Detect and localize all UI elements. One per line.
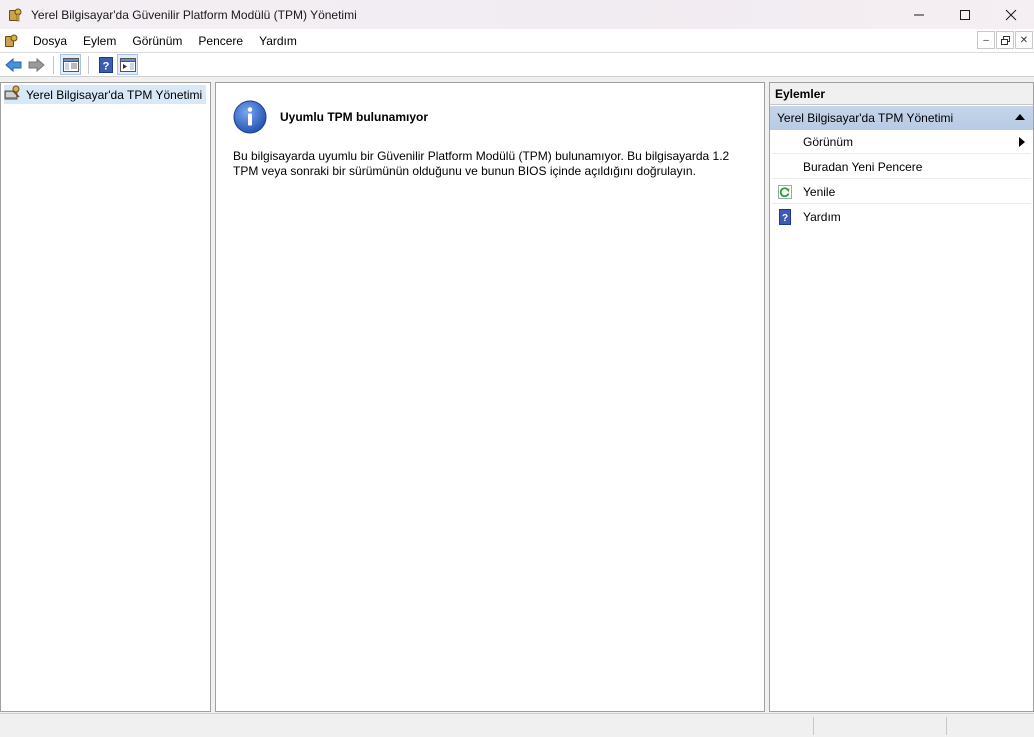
close-button[interactable]	[988, 0, 1034, 29]
action-gorunum[interactable]: Görünüm	[772, 130, 1031, 154]
status-bar	[0, 713, 1034, 737]
action-new-window[interactable]: Buradan Yeni Pencere	[772, 155, 1031, 179]
action-help[interactable]: ? Yardım	[772, 205, 1031, 229]
menu-yardim[interactable]: Yardım	[251, 29, 305, 53]
result-pane: Uyumlu TPM bulunamıyor Bu bilgisayarda u…	[215, 82, 765, 712]
menu-pencere[interactable]: Pencere	[190, 29, 251, 53]
tpm-key-icon	[7, 7, 23, 23]
menu-gorunum[interactable]: Görünüm	[124, 29, 190, 53]
maximize-icon	[960, 9, 970, 20]
submenu-arrow-icon	[1019, 137, 1025, 147]
status-separator	[946, 717, 947, 735]
forward-button[interactable]	[25, 54, 46, 75]
status-separator	[813, 717, 814, 735]
toolbar-separator	[53, 55, 54, 74]
tree-item-label: Yerel Bilgisayar'da TPM Yönetimi	[26, 87, 203, 102]
menu-eylem[interactable]: Eylem	[75, 29, 124, 53]
child-window-controls: – ✕	[977, 31, 1033, 49]
toolbar-separator	[88, 55, 89, 74]
menu-bar: Dosya Eylem Görünüm Pencere Yardım – ✕	[0, 29, 1034, 53]
menu-dosya[interactable]: Dosya	[25, 29, 75, 53]
child-restore-button[interactable]	[996, 31, 1014, 49]
title-bar[interactable]: Yerel Bilgisayar'da Güvenilir Platform M…	[0, 0, 1034, 29]
console-tree-pane: Yerel Bilgisayar'da TPM Yönetimi	[0, 82, 211, 712]
maximize-button[interactable]	[942, 0, 988, 29]
back-button[interactable]	[3, 54, 24, 75]
tree-item-tpm-management[interactable]: Yerel Bilgisayar'da TPM Yönetimi	[4, 85, 207, 104]
refresh-icon	[777, 184, 793, 200]
minimize-icon	[914, 14, 924, 15]
info-icon	[233, 100, 267, 134]
window-controls	[896, 0, 1034, 29]
action-refresh[interactable]: Yenile	[772, 180, 1031, 204]
child-close-button[interactable]: ✕	[1015, 31, 1033, 49]
action-label: Yardım	[803, 210, 841, 224]
show-hide-console-tree-icon	[62, 57, 79, 72]
help-button[interactable]: ?	[95, 54, 116, 75]
child-minimize-button[interactable]: –	[977, 31, 995, 49]
show-hide-action-pane-icon	[119, 57, 136, 72]
help-icon: ?	[777, 209, 793, 225]
svg-text:?: ?	[782, 213, 788, 224]
message-title: Uyumlu TPM bulunamıyor	[280, 110, 429, 124]
message-body: Bu bilgisayarda uyumlu bir Güvenilir Pla…	[233, 149, 730, 178]
show-hide-action-pane-button[interactable]	[117, 54, 138, 75]
console-icon[interactable]	[3, 33, 19, 49]
help-icon: ?	[98, 56, 113, 73]
forward-arrow-icon	[28, 57, 45, 72]
action-label: Yenile	[803, 185, 836, 199]
action-label: Görünüm	[803, 135, 854, 149]
minimize-button[interactable]	[896, 0, 942, 29]
actions-section-header[interactable]: Yerel Bilgisayar'da TPM Yönetimi	[770, 106, 1033, 130]
restore-icon	[1000, 35, 1010, 45]
show-hide-console-tree-button[interactable]	[60, 54, 81, 75]
svg-text:?: ?	[102, 60, 109, 72]
actions-section-title: Yerel Bilgisayar'da TPM Yönetimi	[777, 111, 954, 125]
actions-pane: Eylemler Yerel Bilgisayar'da TPM Yönetim…	[769, 82, 1034, 712]
close-icon	[1005, 9, 1017, 20]
tpm-snapin-icon	[4, 85, 22, 104]
toolbar: ?	[0, 53, 1034, 77]
collapse-caret-icon[interactable]	[1015, 114, 1025, 120]
back-arrow-icon	[4, 57, 21, 72]
window-title: Yerel Bilgisayar'da Güvenilir Platform M…	[31, 7, 357, 22]
actions-header: Eylemler	[770, 83, 1033, 105]
action-label: Buradan Yeni Pencere	[803, 160, 923, 174]
